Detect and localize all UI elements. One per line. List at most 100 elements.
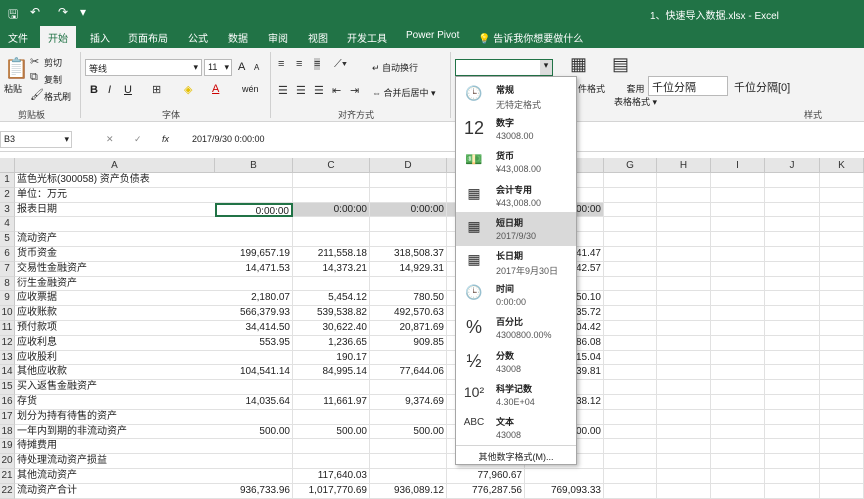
cell-c2[interactable]: [293, 187, 370, 203]
cell-j6[interactable]: [765, 247, 820, 262]
cell-h10[interactable]: [657, 306, 711, 321]
increase-indent-icon[interactable]: ⇥: [350, 84, 359, 97]
cell-j14[interactable]: [765, 365, 820, 381]
cell-c1[interactable]: [293, 173, 370, 188]
cell-h15[interactable]: [657, 380, 711, 395]
column-header-d[interactable]: D: [370, 158, 447, 173]
cell-j10[interactable]: [765, 306, 820, 321]
column-header-i[interactable]: I: [711, 158, 765, 173]
cell-g22[interactable]: [604, 483, 657, 499]
cell-c22[interactable]: 1,017,770.69: [293, 483, 370, 499]
cell-b1[interactable]: [215, 173, 293, 188]
underline-button[interactable]: U: [124, 84, 132, 96]
row-header[interactable]: 18: [0, 424, 15, 440]
row-header[interactable]: 16: [0, 395, 15, 410]
cell-c16[interactable]: 11,661.97: [293, 395, 370, 410]
tab-power-pivot[interactable]: Power Pivot: [406, 30, 459, 41]
cell-c9[interactable]: 5,454.12: [293, 291, 370, 307]
cell-d18[interactable]: 500.00: [370, 424, 447, 440]
cell-h12[interactable]: [657, 335, 711, 351]
format-painter-button[interactable]: 格式刷: [44, 90, 71, 103]
cell-f21[interactable]: [525, 469, 604, 484]
cell-b16[interactable]: 14,035.64: [215, 395, 293, 410]
cell-g7[interactable]: [604, 261, 657, 277]
cell-g11[interactable]: [604, 321, 657, 336]
cell-i12[interactable]: [711, 335, 765, 351]
cell-i1[interactable]: [711, 173, 765, 188]
cut-button[interactable]: 剪切: [44, 56, 62, 69]
format-option-general[interactable]: 🕒 常规 无特定格式: [456, 79, 576, 113]
cell-i5[interactable]: [711, 232, 765, 247]
orientation-icon[interactable]: ⟋▾: [334, 58, 347, 71]
align-right-icon[interactable]: ☰: [314, 84, 324, 97]
cell-h8[interactable]: [657, 276, 711, 292]
column-header-b[interactable]: B: [215, 158, 293, 173]
cell-a11[interactable]: 预付款项: [15, 321, 215, 336]
cell-i15[interactable]: [711, 380, 765, 395]
cell-g3[interactable]: [604, 202, 657, 218]
conditional-format-icon[interactable]: ▦: [570, 54, 587, 75]
cell-d1[interactable]: [370, 173, 447, 188]
cell-h7[interactable]: [657, 261, 711, 277]
cell-g10[interactable]: [604, 306, 657, 321]
cell-c20[interactable]: [293, 454, 370, 469]
cell-k15[interactable]: [820, 380, 864, 395]
cell-i14[interactable]: [711, 365, 765, 381]
cell-i18[interactable]: [711, 424, 765, 440]
cell-i16[interactable]: [711, 395, 765, 410]
cell-d21[interactable]: [370, 469, 447, 484]
cell-b14[interactable]: 104,541.14: [215, 365, 293, 381]
row-header[interactable]: 15: [0, 380, 15, 395]
cell-j5[interactable]: [765, 232, 820, 247]
cell-i7[interactable]: [711, 261, 765, 277]
cell-a20[interactable]: 待处理流动资产损益: [15, 454, 215, 469]
cell-a6[interactable]: 货币资金: [15, 247, 215, 262]
cell-k13[interactable]: [820, 350, 864, 366]
row-header[interactable]: 22: [0, 483, 15, 499]
cell-h21[interactable]: [657, 469, 711, 484]
cell-b17[interactable]: [215, 409, 293, 425]
cell-i20[interactable]: [711, 454, 765, 469]
cell-k6[interactable]: [820, 247, 864, 262]
column-header-a[interactable]: A: [15, 158, 215, 173]
row-header[interactable]: 11: [0, 321, 15, 336]
cell-j18[interactable]: [765, 424, 820, 440]
cell-j21[interactable]: [765, 469, 820, 484]
cell-b5[interactable]: [215, 232, 293, 247]
cell-a1[interactable]: 蓝色光标(300058) 资产负债表: [15, 173, 215, 188]
cell-h2[interactable]: [657, 187, 711, 203]
cell-d9[interactable]: 780.50: [370, 291, 447, 307]
cell-d10[interactable]: 492,570.63: [370, 306, 447, 321]
cell-c12[interactable]: 1,236.65: [293, 335, 370, 351]
cell-g4[interactable]: [604, 217, 657, 233]
cell-b20[interactable]: [215, 454, 293, 469]
tab-file[interactable]: 文件: [8, 30, 28, 45]
cell-k9[interactable]: [820, 291, 864, 307]
cell-c8[interactable]: [293, 276, 370, 292]
cell-b10[interactable]: 566,379.93: [215, 306, 293, 321]
format-option-long-date[interactable]: ▦ 长日期 2017年9月30日: [456, 245, 576, 279]
cell-g5[interactable]: [604, 232, 657, 247]
cell-j4[interactable]: [765, 217, 820, 233]
formula-input[interactable]: 2017/9/30 0:00:00: [192, 134, 265, 144]
cell-h4[interactable]: [657, 217, 711, 233]
cell-k18[interactable]: [820, 424, 864, 440]
row-header[interactable]: 1: [0, 173, 15, 188]
cell-k12[interactable]: [820, 335, 864, 351]
cell-c4[interactable]: [293, 217, 370, 233]
cell-h6[interactable]: [657, 247, 711, 262]
cell-a12[interactable]: 应收利息: [15, 336, 215, 351]
cell-c3[interactable]: 0:00:00: [293, 202, 370, 218]
cell-k16[interactable]: [820, 395, 864, 410]
cell-k4[interactable]: [820, 217, 864, 233]
align-bottom-icon[interactable]: ≡: [314, 58, 321, 70]
number-format-select[interactable]: ▾: [455, 59, 553, 76]
cell-b4[interactable]: [215, 217, 293, 233]
cell-f22[interactable]: 769,093.33: [525, 483, 604, 499]
cell-i3[interactable]: [711, 202, 765, 218]
cell-b2[interactable]: [215, 187, 293, 203]
chevron-down-icon[interactable]: ▾: [540, 60, 552, 75]
cell-g14[interactable]: [604, 365, 657, 381]
cell-i10[interactable]: [711, 306, 765, 321]
cell-i2[interactable]: [711, 187, 765, 203]
